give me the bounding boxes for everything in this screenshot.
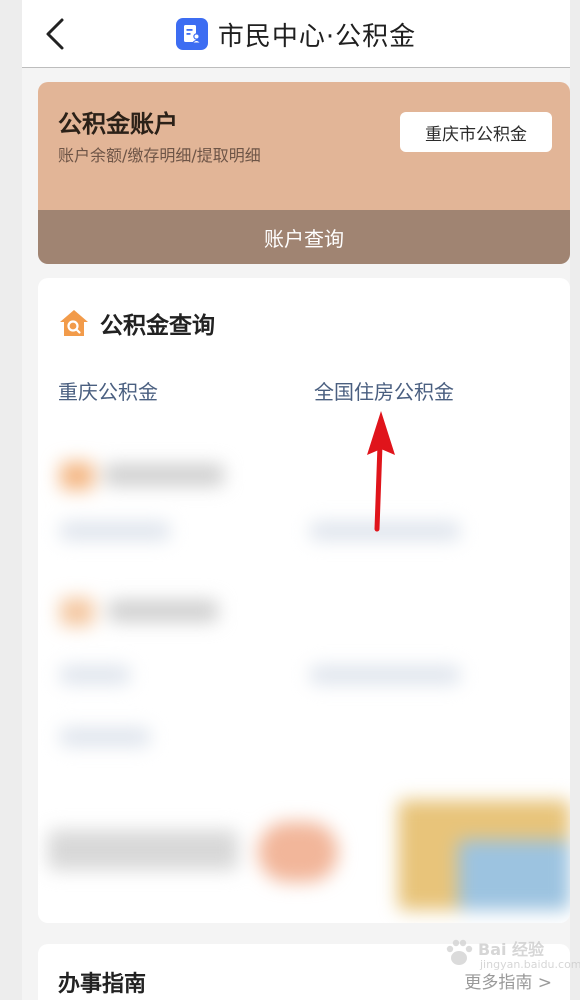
page-title: 市民中心·公积金: [217, 21, 417, 52]
query-card: 公积金查询 重庆公积金 全国住房公积金: [38, 278, 570, 923]
national-housing-fund-link[interactable]: 全国住房公积金: [314, 376, 454, 405]
account-card: 公积金账户 账户余额/缴存明细/提取明细 重庆市公积金 账户查询: [38, 82, 570, 264]
account-subtitle: 账户余额/缴存明细/提取明细: [58, 146, 261, 165]
page-left-gutter: [0, 0, 22, 1000]
query-section-header: 公积金查询: [58, 306, 215, 340]
city-fund-button[interactable]: 重庆市公积金: [400, 112, 552, 152]
top-navigation-bar: 市民中心·公积金: [22, 0, 570, 68]
red-annotation-arrow: [367, 411, 395, 532]
query-section-title: 公积金查询: [100, 313, 215, 339]
paw-icon: [446, 939, 473, 965]
blurred-content: [38, 460, 570, 923]
account-card-header: 公积金账户 账户余额/缴存明细/提取明细 重庆市公积金: [38, 82, 570, 210]
baidu-watermark: Bai 经验 jingyan.baidu.com: [440, 930, 580, 982]
guide-section-title: 办事指南: [58, 972, 147, 997]
watermark-text: Bai 经验: [478, 940, 545, 959]
house-search-icon: [60, 310, 88, 336]
account-query-button[interactable]: 账户查询: [38, 210, 570, 264]
account-title: 公积金账户: [58, 110, 178, 138]
watermark-url: jingyan.baidu.com: [480, 958, 580, 971]
page-right-gutter: [570, 0, 580, 1000]
chongqing-fund-link[interactable]: 重庆公积金: [58, 376, 158, 405]
page-title-group: 市民中心·公积金: [22, 14, 570, 54]
document-person-icon: [175, 18, 208, 50]
